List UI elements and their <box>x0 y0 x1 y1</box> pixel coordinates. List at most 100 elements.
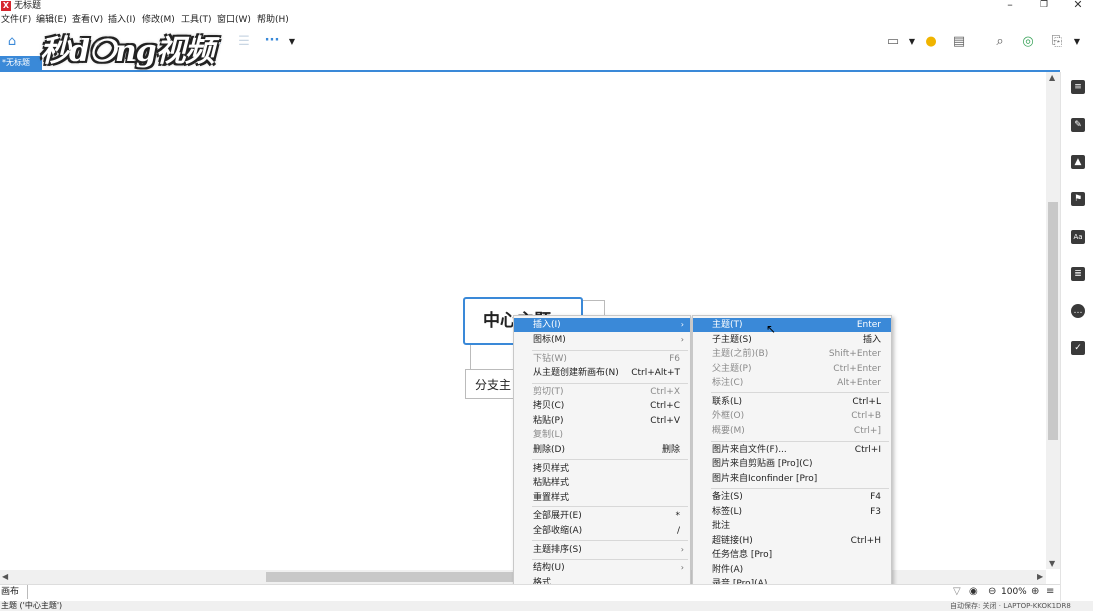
presentation-icon[interactable]: ▭ <box>885 34 901 50</box>
insert-submenu-item[interactable]: 图片来自剪贴画 [Pro](C) <box>693 457 891 471</box>
mouse-cursor-icon: ↖ <box>766 322 777 336</box>
topic-connector <box>470 345 471 369</box>
context-menu-item[interactable]: 剪切(T) Ctrl+X <box>514 385 690 399</box>
context-menu-item-label: 下钻(W) <box>533 354 567 364</box>
insert-submenu-item[interactable]: 图片来自文件(F)... Ctrl+I <box>693 443 891 457</box>
context-menu-item[interactable]: 从主题创建新画布(N) Ctrl+Alt+T <box>514 366 690 380</box>
context-menu-item[interactable]: 全部展开(E) * <box>514 509 690 523</box>
insert-submenu-item-shortcut: Ctrl+H <box>850 536 881 546</box>
context-menu-item[interactable]: 粘贴样式 <box>514 476 690 490</box>
filter-icon[interactable]: ▽ <box>953 586 961 597</box>
menu-edit[interactable]: 编辑(E) <box>36 14 67 26</box>
restore-button[interactable]: ❐ <box>1032 0 1056 12</box>
insert-submenu-item[interactable]: 任务信息 [Pro] <box>693 548 891 562</box>
insert-submenu: 主题(T) Enter 子主题(S) 插入 主题(之前)(B) Shift+Enter 父主… <box>692 315 892 593</box>
insert-submenu-item-label: 主题(之前)(B) <box>712 349 769 359</box>
context-menu-item[interactable]: 重置样式 <box>514 491 690 505</box>
insert-submenu-item[interactable]: 图片来自Iconfinder [Pro] <box>693 472 891 486</box>
context-menu-item[interactable]: 拷贝(C) Ctrl+C <box>514 399 690 413</box>
notes-icon[interactable]: ≣ <box>1071 267 1085 281</box>
context-menu-item[interactable]: 结构(U) › <box>514 561 690 575</box>
insert-submenu-item[interactable]: 超链接(H) Ctrl+H <box>693 534 891 548</box>
insert-submenu-item[interactable]: 父主题(P) Ctrl+Enter <box>693 362 891 376</box>
insert-submenu-item[interactable]: 主题(之前)(B) Shift+Enter <box>693 347 891 361</box>
insert-submenu-item[interactable]: 标注(C) Alt+Enter <box>693 376 891 390</box>
outline-panel-icon[interactable]: ≡ <box>1071 80 1085 94</box>
context-menu-item-shortcut: * <box>675 511 681 521</box>
context-menu-item-shortcut: F6 <box>669 354 680 364</box>
insert-submenu-item[interactable]: 备注(S) F4 <box>693 490 891 504</box>
zoom-in-icon[interactable]: ⊕ <box>1031 586 1039 597</box>
zoom-level: 100% <box>1001 587 1027 597</box>
menu-separator <box>532 383 688 384</box>
video-watermark-logo: 秒d❍ng视频 <box>40 34 215 69</box>
menu-insert[interactable]: 插入(I) <box>108 14 136 26</box>
task-icon[interactable]: ✓ <box>1071 341 1085 355</box>
context-menu-item-label: 插入(I) <box>533 320 561 330</box>
scroll-left-icon[interactable]: ◀ <box>2 572 8 581</box>
branch-topic[interactable]: 分支主题 <box>465 369 515 399</box>
export-icon[interactable]: ⎘ <box>1049 34 1065 50</box>
insert-submenu-item[interactable]: 外框(O) Ctrl+B <box>693 409 891 423</box>
insert-submenu-item[interactable]: 批注 <box>693 519 891 533</box>
format-brush-icon[interactable]: ✎ <box>1071 118 1085 132</box>
eye-icon[interactable]: ◉ <box>969 586 978 597</box>
insert-submenu-item[interactable]: 子主题(S) 插入 <box>693 333 891 347</box>
tab-untitled[interactable]: *无标题 <box>0 56 42 70</box>
scroll-down-icon[interactable]: ▼ <box>1049 559 1055 568</box>
insert-submenu-item[interactable]: 标签(L) F3 <box>693 505 891 519</box>
home-icon[interactable]: ⌂ <box>4 34 20 50</box>
menu-file[interactable]: 文件(F) <box>1 14 31 26</box>
export-dropdown-icon[interactable]: ▼ <box>1069 34 1085 50</box>
search-icon[interactable]: ⌕ <box>992 34 1008 50</box>
context-menu-item[interactable]: 下钻(W) F6 <box>514 352 690 366</box>
context-menu-item[interactable]: 粘贴(P) Ctrl+V <box>514 414 690 428</box>
status-bar <box>0 601 1093 611</box>
lightbulb-icon[interactable]: ● <box>923 34 939 50</box>
outline-icon[interactable]: ▤ <box>951 34 967 50</box>
sheet-tab[interactable]: 画布 1 <box>0 585 28 611</box>
menu-view[interactable]: 查看(V) <box>72 14 103 26</box>
presentation-dropdown-icon[interactable]: ▼ <box>904 34 920 50</box>
context-menu-item[interactable]: 拷贝样式 <box>514 462 690 476</box>
more-icon[interactable]: ··· <box>264 33 280 49</box>
context-menu-item-label: 复制(L) <box>533 430 564 440</box>
menu-tools[interactable]: 工具(T) <box>181 14 212 26</box>
chevron-down-icon[interactable]: ▼ <box>284 34 300 50</box>
scroll-up-icon[interactable]: ▲ <box>1049 73 1055 82</box>
context-menu-item-label: 图标(M) <box>533 335 566 345</box>
context-menu-item[interactable]: 删除(D) 删除 <box>514 443 690 457</box>
scroll-right-icon[interactable]: ▶ <box>1037 572 1043 581</box>
insert-submenu-item-shortcut: Alt+Enter <box>837 378 881 388</box>
share-icon[interactable]: ◎ <box>1020 34 1036 50</box>
insert-submenu-item-shortcut: Ctrl+B <box>851 411 881 421</box>
flag-icon[interactable]: ⚑ <box>1071 192 1085 206</box>
context-menu-item-label: 结构(U) <box>533 563 565 573</box>
menu-window[interactable]: 窗口(W) <box>217 14 251 26</box>
context-menu-item[interactable]: 主题排序(S) › <box>514 543 690 557</box>
close-button[interactable]: ✕ <box>1066 0 1090 12</box>
minimize-button[interactable]: – <box>998 0 1022 12</box>
insert-submenu-item-label: 标签(L) <box>712 507 743 517</box>
insert-submenu-item[interactable]: 概要(M) Ctrl+] <box>693 424 891 438</box>
context-menu-item[interactable]: 复制(L) <box>514 428 690 442</box>
context-menu-item[interactable]: 插入(I) › <box>514 318 690 332</box>
horizontal-scroll-thumb[interactable] <box>266 572 516 582</box>
menu-separator <box>711 488 889 489</box>
zoom-out-icon[interactable]: ⊖ <box>988 586 996 597</box>
insert-submenu-item[interactable]: 主题(T) Enter <box>693 318 891 332</box>
context-menu-item[interactable]: 图标(M) › <box>514 333 690 347</box>
fit-icon[interactable]: ≡ <box>1046 586 1054 597</box>
menu-modify[interactable]: 修改(M) <box>142 14 175 26</box>
vertical-scroll-thumb[interactable] <box>1048 202 1058 440</box>
insert-submenu-item-label: 超链接(H) <box>712 536 753 546</box>
context-menu-item[interactable]: 全部收缩(A) / <box>514 524 690 538</box>
style-icon[interactable]: Aa <box>1071 230 1085 244</box>
subtopic-icon[interactable]: ☰ <box>236 34 252 50</box>
image-icon[interactable]: ▲ <box>1071 155 1085 169</box>
menu-help[interactable]: 帮助(H) <box>257 14 289 26</box>
comment-icon[interactable]: … <box>1071 304 1085 318</box>
insert-submenu-item[interactable]: 附件(A) <box>693 563 891 577</box>
context-menu-item-label: 从主题创建新画布(N) <box>533 368 619 378</box>
insert-submenu-item[interactable]: 联系(L) Ctrl+L <box>693 395 891 409</box>
